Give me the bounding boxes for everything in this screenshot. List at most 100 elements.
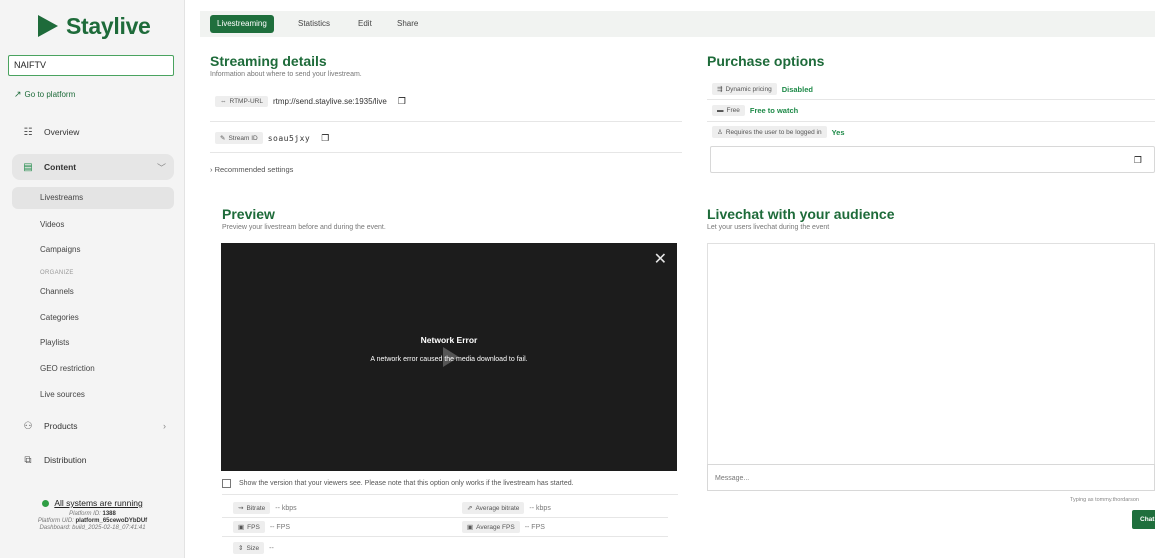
purchase-link-field[interactable]: ❐ [710, 146, 1155, 173]
bitrate-value: -- kbps [275, 504, 297, 512]
tab-bar: Livestreaming Statistics Edit Share [200, 11, 1155, 37]
average-bitrate-stat: ⇗ Average bitrate -- kbps [462, 502, 551, 514]
chat-messages-area[interactable] [707, 243, 1155, 464]
average-fps-stat: ▣ Average FPS -- FPS [462, 521, 545, 533]
average-bitrate-value: -- kbps [529, 504, 551, 512]
nav-distribution[interactable]: ⧉ Distribution [12, 447, 174, 473]
nav-products-label: Products [44, 421, 78, 431]
average-fps-value: -- FPS [524, 523, 545, 531]
products-icon: ⚇ [23, 420, 33, 432]
average-fps-chip: ▣ Average FPS [462, 521, 520, 533]
bitrate-label: Bitrate [246, 504, 266, 512]
sidebar-item-channels[interactable]: Channels [12, 281, 174, 303]
status-area: All systems are running Platform ID: 138… [0, 498, 185, 532]
video-player[interactable]: ✕ Network Error A network error caused t… [221, 243, 677, 471]
divider [222, 517, 668, 518]
stream-id-label: Stream ID [228, 134, 258, 142]
platform-select[interactable]: NAIFTV [8, 55, 174, 76]
stream-id-chip: ✎ Stream ID [215, 132, 263, 144]
tag-icon: ✎ [220, 135, 226, 142]
login-required-value: Yes [831, 127, 845, 137]
chat-send-button[interactable]: Chat [1132, 510, 1155, 529]
chart-icon: ⇗ [467, 505, 473, 512]
stream-id-value: soau5jxy [267, 133, 311, 143]
purchase-options-title: Purchase options [707, 53, 825, 69]
recommended-settings-toggle[interactable]: › Recommended settings [210, 165, 293, 174]
logo-text: Staylive [66, 12, 151, 39]
nav-distribution-label: Distribution [44, 455, 87, 465]
fps-label: FPS [247, 523, 260, 531]
rtmp-url-label: RTMP-URL [229, 98, 263, 105]
average-bitrate-chip: ⇗ Average bitrate [462, 502, 525, 514]
free-label: Free [726, 107, 740, 114]
system-status-text: All systems are running [54, 498, 143, 508]
divider [707, 99, 1155, 100]
login-required-chip: ♙ Requires the user to be logged in [712, 126, 827, 138]
average-bitrate-label: Average bitrate [475, 504, 520, 512]
sidebar-item-videos[interactable]: Videos [12, 214, 174, 236]
platform-id-line: Platform ID: 1388 [0, 511, 185, 518]
film-icon: ▣ [467, 524, 474, 531]
chevron-right-icon: › [210, 165, 213, 174]
organize-label: ORGANIZE [40, 270, 74, 276]
film-icon: ▣ [238, 524, 245, 531]
go-to-platform-link[interactable]: ↗ Go to platform [14, 89, 75, 100]
tab-statistics[interactable]: Statistics [298, 15, 330, 33]
close-icon[interactable]: ✕ [654, 249, 667, 269]
size-value: -- [269, 544, 274, 552]
platform-uid-value: platform_65cewoDYbDUf [75, 518, 148, 524]
system-status-link[interactable]: All systems are running [0, 498, 185, 508]
distribution-icon: ⧉ [24, 454, 32, 466]
viewer-version-option[interactable]: Show the version that your viewers see. … [222, 479, 574, 488]
pricing-icon: ⇶ [717, 86, 723, 93]
sidebar-item-categories[interactable]: Categories [12, 307, 174, 329]
platform-uid-label: Platform UID: [37, 518, 74, 524]
rtmp-url-row: ⇔ RTMP-URL rtmp://send.staylive.se:1935/l… [215, 96, 406, 107]
tab-livestreaming[interactable]: Livestreaming [210, 15, 274, 33]
sidebar: Staylive NAIFTV ↗ Go to platform ☷ Overv… [0, 0, 185, 558]
viewer-version-checkbox[interactable] [222, 479, 231, 488]
preview-subtitle: Preview your livestream before and durin… [222, 224, 386, 231]
tab-share[interactable]: Share [397, 15, 418, 33]
sidebar-item-playlists[interactable]: Playlists [12, 332, 174, 354]
copy-icon[interactable]: ❐ [1134, 155, 1142, 166]
copy-icon[interactable]: ❐ [398, 96, 406, 107]
divider [222, 494, 678, 495]
size-label: Size [246, 544, 260, 552]
rtmp-url-chip: ⇔ RTMP-URL [215, 96, 268, 107]
copy-icon[interactable]: ❐ [321, 133, 329, 144]
sidebar-item-live-sources[interactable]: Live sources [12, 384, 174, 406]
fps-stat: ▣ FPS -- FPS [233, 521, 290, 533]
fps-value: -- FPS [269, 523, 291, 531]
nav-products[interactable]: ⚇ Products › [12, 413, 174, 439]
divider [210, 121, 682, 122]
external-link-icon: ↗ [14, 89, 22, 99]
size-chip: ⇕ Size [233, 542, 265, 554]
platform-id-label: Platform ID: [69, 511, 101, 517]
dynamic-pricing-row: ⇶ Dynamic pricing Disabled [712, 83, 813, 95]
bitrate-icon: ⇝ [238, 505, 244, 512]
sidebar-item-livestreams[interactable]: Livestreams [12, 187, 174, 209]
streaming-details-title: Streaming details [210, 53, 327, 69]
preview-title: Preview [222, 206, 275, 222]
login-required-row: ♙ Requires the user to be logged in Yes [712, 126, 845, 138]
sidebar-item-campaigns[interactable]: Campaigns [12, 239, 174, 261]
rtmp-url-value: rtmp://send.staylive.se:1935/live [272, 97, 387, 106]
tab-edit[interactable]: Edit [358, 15, 372, 33]
chat-message-input[interactable]: Message... [707, 464, 1155, 491]
bitrate-chip: ⇝ Bitrate [233, 502, 271, 514]
nav-content[interactable]: ▤ Content ﹀ [12, 154, 174, 180]
dynamic-pricing-chip: ⇶ Dynamic pricing [712, 83, 777, 95]
sidebar-item-geo-restriction[interactable]: GEO restriction [12, 358, 174, 380]
staylive-logo[interactable]: Staylive [38, 11, 151, 41]
free-row: ▬ Free Free to watch [712, 105, 798, 116]
login-required-label: Requires the user to be logged in [725, 128, 822, 136]
livechat-title: Livechat with your audience [707, 206, 895, 222]
network-error-message: A network error caused the media downloa… [370, 356, 528, 363]
divider [707, 121, 1155, 122]
go-to-platform-label: Go to platform [24, 90, 76, 99]
livechat-subtitle: Let your users livechat during the event [707, 224, 830, 231]
divider [222, 536, 668, 537]
fps-chip: ▣ FPS [233, 521, 265, 533]
nav-overview[interactable]: ☷ Overview [12, 119, 174, 145]
